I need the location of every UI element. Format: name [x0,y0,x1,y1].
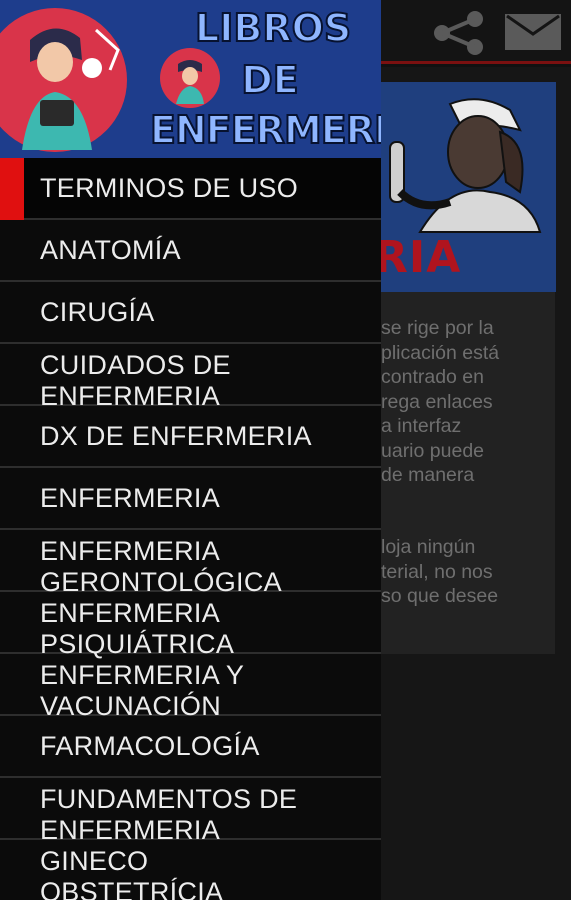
menu-item-label: CIRUGÍA [40,296,155,327]
menu-item[interactable]: ANATOMÍA [0,220,381,282]
nurse-illustration [389,98,542,233]
menu-item[interactable]: ENFERMERIA PSIQUIÁTRICA [0,592,381,659]
paragraph-line: de manera [381,464,475,486]
menu-item-label: DX DE ENFERMERIA [40,420,312,451]
menu-item-label: TERMINOS DE USO [40,172,299,203]
header-title-line-1: LIBROS [194,5,352,51]
menu-item[interactable]: FUNDAMENTOS DE ENFERMERIA [0,778,381,845]
menu-item[interactable]: FARMACOLOGÍA [0,716,381,778]
banner-text: RIA [380,232,462,283]
menu-item-label: ENFERMERIA PSIQUIÁTRICA [40,598,235,659]
paragraph-line: terial, no nos [381,560,493,583]
menu-item-label: GINECO OBSTETRÍCIA [40,846,224,900]
active-indicator [0,158,24,220]
terms-paragraph-2: loja ningún terial, no nos so que desee [381,535,571,609]
menu-item-label: CUIDADOS DE ENFERMERIA [40,350,231,411]
mail-icon[interactable] [505,14,561,50]
paragraph-line: a interfaz [381,415,462,437]
header-title-line-2: DE [240,57,300,103]
menu-item-label: ENFERMERIA Y VACUNACIÓN [40,660,245,721]
menu-item-label: ENFERMERIA GERONTOLÓGICA [40,536,282,597]
menu-item-label: ENFERMERIA [40,482,221,513]
menu-item-label: ANATOMÍA [40,234,181,265]
drawer-menu: TERMINOS DE USO ANATOMÍA CIRUGÍA CUIDADOS D… [0,158,381,900]
menu-item[interactable]: DX DE ENFERMERIA [0,406,381,468]
menu-item[interactable]: CUIDADOS DE ENFERMERIA [0,344,381,411]
menu-item[interactable]: TERMINOS DE USO [0,158,381,220]
paragraph-line: uario puede [381,439,485,462]
menu-item-label: FARMACOLOGÍA [40,730,260,761]
paragraph-line: plicación está [381,341,500,364]
paragraph-line: so que desee [381,585,499,607]
paragraph-line: se rige por la [381,317,494,339]
share-icon[interactable] [430,10,488,56]
navigation-drawer: LIBROS DE ENFERMERIA TERMINOS DE USO ANAT… [0,0,381,900]
header-title-line-3: ENFERMERIA [149,107,381,153]
paragraph-line: rega enlaces [381,390,493,413]
drawer-header: LIBROS DE ENFERMERIA [0,0,381,158]
menu-item-label: FUNDAMENTOS DE ENFERMERIA [40,784,298,845]
paragraph-line: loja ningún [381,536,476,558]
menu-item[interactable]: ENFERMERIA Y VACUNACIÓN [0,654,381,721]
menu-item[interactable]: ENFERMERIA GERONTOLÓGICA [0,530,381,597]
content-banner: RIA [380,82,556,292]
menu-item[interactable]: ENFERMERIA [0,468,381,530]
paragraph-line: contrado en [381,366,484,388]
menu-item[interactable]: CIRUGÍA [0,282,381,344]
terms-paragraph-1: se rige por la plicación está contrado en r… [381,316,571,488]
menu-item[interactable]: GINECO OBSTETRÍCIA [0,840,381,900]
